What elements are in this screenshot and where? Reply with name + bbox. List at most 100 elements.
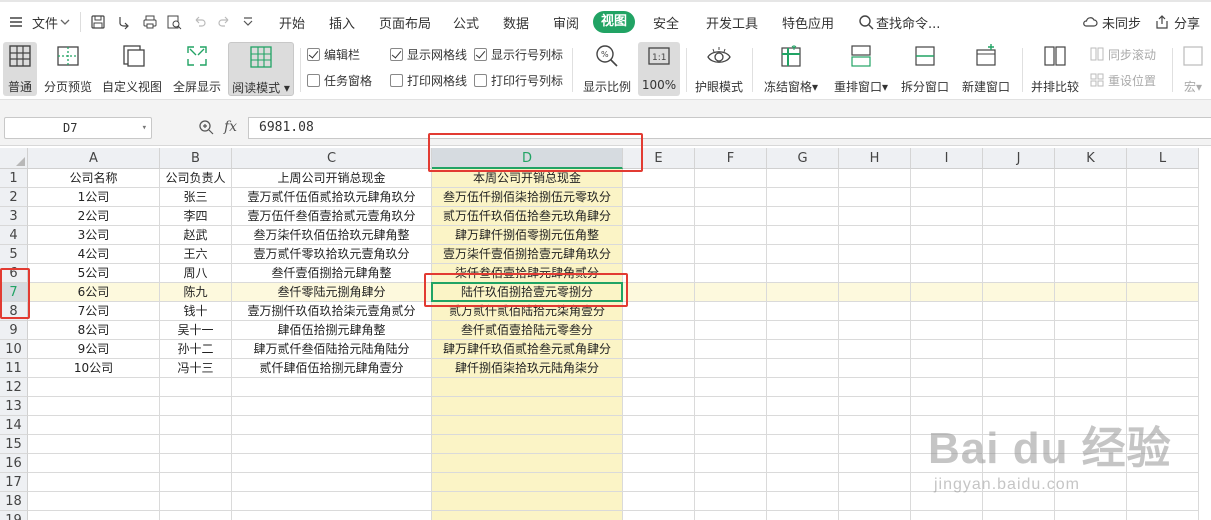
cell-b18[interactable]: [160, 492, 232, 511]
cell-f11[interactable]: [695, 359, 767, 378]
cell-h13[interactable]: [839, 397, 911, 416]
cell-e14[interactable]: [623, 416, 695, 435]
cell-j5[interactable]: [983, 245, 1055, 264]
cell-k5[interactable]: [1055, 245, 1127, 264]
cell-a1[interactable]: 公司名称: [28, 169, 160, 188]
cell-c10[interactable]: 肆万贰仟叁佰陆拾元陆角陆分: [232, 340, 432, 359]
cell-l11[interactable]: [1127, 359, 1199, 378]
row-header[interactable]: 9: [0, 321, 28, 340]
cell-b2[interactable]: 张三: [160, 188, 232, 207]
undo-history-icon[interactable]: [116, 14, 132, 30]
cell-j2[interactable]: [983, 188, 1055, 207]
tab-page-layout[interactable]: 页面布局: [379, 13, 431, 32]
redo-icon[interactable]: [216, 14, 232, 30]
cell-b6[interactable]: 周八: [160, 264, 232, 283]
fx-icon[interactable]: fx: [224, 119, 237, 135]
column-header-d[interactable]: D: [432, 148, 623, 169]
show-headers-checkbox[interactable]: 显示行号列标: [474, 46, 563, 62]
cell-d12[interactable]: [432, 378, 623, 397]
cell-j11[interactable]: [983, 359, 1055, 378]
cell-f5[interactable]: [695, 245, 767, 264]
row-header[interactable]: 1: [0, 169, 28, 188]
cell-b9[interactable]: 吴十一: [160, 321, 232, 340]
cell-l1[interactable]: [1127, 169, 1199, 188]
cell-g5[interactable]: [767, 245, 839, 264]
rearrange-windows-button[interactable]: 重排窗口▾: [830, 42, 892, 96]
row-header[interactable]: 4: [0, 226, 28, 245]
cell-g17[interactable]: [767, 473, 839, 492]
cell-b15[interactable]: [160, 435, 232, 454]
cell-c16[interactable]: [232, 454, 432, 473]
cell-h4[interactable]: [839, 226, 911, 245]
cell-g14[interactable]: [767, 416, 839, 435]
cell-h16[interactable]: [839, 454, 911, 473]
tab-data[interactable]: 数据: [503, 13, 529, 32]
cell-c9[interactable]: 肆佰伍拾捌元肆角整: [232, 321, 432, 340]
cell-f9[interactable]: [695, 321, 767, 340]
cell-e17[interactable]: [623, 473, 695, 492]
print-preview-icon[interactable]: [166, 14, 182, 30]
eye-protection-button[interactable]: 护眼模式: [692, 42, 746, 96]
cell-a6[interactable]: 5公司: [28, 264, 160, 283]
cell-i3[interactable]: [911, 207, 983, 226]
cell-e11[interactable]: [623, 359, 695, 378]
macro-button[interactable]: 宏▾: [1178, 42, 1208, 96]
cell-k2[interactable]: [1055, 188, 1127, 207]
cell-h12[interactable]: [839, 378, 911, 397]
cell-i9[interactable]: [911, 321, 983, 340]
formula-input[interactable]: 6981.08: [248, 117, 1211, 139]
cell-d15[interactable]: [432, 435, 623, 454]
tab-review[interactable]: 审阅: [553, 13, 579, 32]
cell-l19[interactable]: [1127, 511, 1199, 520]
cell-c1[interactable]: 上周公司开销总现金: [232, 169, 432, 188]
cell-g15[interactable]: [767, 435, 839, 454]
cell-g12[interactable]: [767, 378, 839, 397]
cell-a12[interactable]: [28, 378, 160, 397]
new-window-button[interactable]: 新建窗口: [958, 42, 1014, 96]
cell-h11[interactable]: [839, 359, 911, 378]
cell-d18[interactable]: [432, 492, 623, 511]
column-header-h[interactable]: H: [839, 148, 911, 169]
cell-k14[interactable]: [1055, 416, 1127, 435]
row-header[interactable]: 13: [0, 397, 28, 416]
cell-f18[interactable]: [695, 492, 767, 511]
cell-g6[interactable]: [767, 264, 839, 283]
column-header-b[interactable]: B: [160, 148, 232, 169]
cell-a7[interactable]: 6公司: [28, 283, 160, 302]
cell-c12[interactable]: [232, 378, 432, 397]
cell-l16[interactable]: [1127, 454, 1199, 473]
cell-g19[interactable]: [767, 511, 839, 520]
cell-d3[interactable]: 贰万伍仟玖佰伍拾叁元玖角肆分: [432, 207, 623, 226]
cell-j16[interactable]: [983, 454, 1055, 473]
zoom-100-button[interactable]: 1:1 100%: [638, 42, 680, 96]
row-header[interactable]: 10: [0, 340, 28, 359]
cell-f8[interactable]: [695, 302, 767, 321]
cell-b17[interactable]: [160, 473, 232, 492]
print-headers-checkbox[interactable]: 打印行号列标: [474, 72, 563, 88]
cell-l15[interactable]: [1127, 435, 1199, 454]
cell-h7[interactable]: [839, 283, 911, 302]
cell-l18[interactable]: [1127, 492, 1199, 511]
cell-l13[interactable]: [1127, 397, 1199, 416]
cell-g1[interactable]: [767, 169, 839, 188]
cell-f10[interactable]: [695, 340, 767, 359]
cell-j19[interactable]: [983, 511, 1055, 520]
task-pane-checkbox[interactable]: 任务窗格: [307, 72, 372, 88]
cell-i13[interactable]: [911, 397, 983, 416]
menu-file[interactable]: 文件: [32, 13, 58, 32]
cell-i10[interactable]: [911, 340, 983, 359]
cell-d6[interactable]: 柒仟叁佰壹拾肆元肆角贰分: [432, 264, 623, 283]
cell-e7[interactable]: [623, 283, 695, 302]
cell-j15[interactable]: [983, 435, 1055, 454]
cell-b1[interactable]: 公司负责人: [160, 169, 232, 188]
cell-d14[interactable]: [432, 416, 623, 435]
zoom-ratio-button[interactable]: % 显示比例: [580, 42, 634, 96]
cell-d4[interactable]: 肆万肆仟捌佰零捌元伍角整: [432, 226, 623, 245]
cell-g3[interactable]: [767, 207, 839, 226]
cell-a13[interactable]: [28, 397, 160, 416]
cell-k16[interactable]: [1055, 454, 1127, 473]
tab-view[interactable]: 视图: [593, 11, 635, 33]
cell-j1[interactable]: [983, 169, 1055, 188]
cell-d13[interactable]: [432, 397, 623, 416]
tab-special-apps[interactable]: 特色应用: [782, 13, 834, 32]
